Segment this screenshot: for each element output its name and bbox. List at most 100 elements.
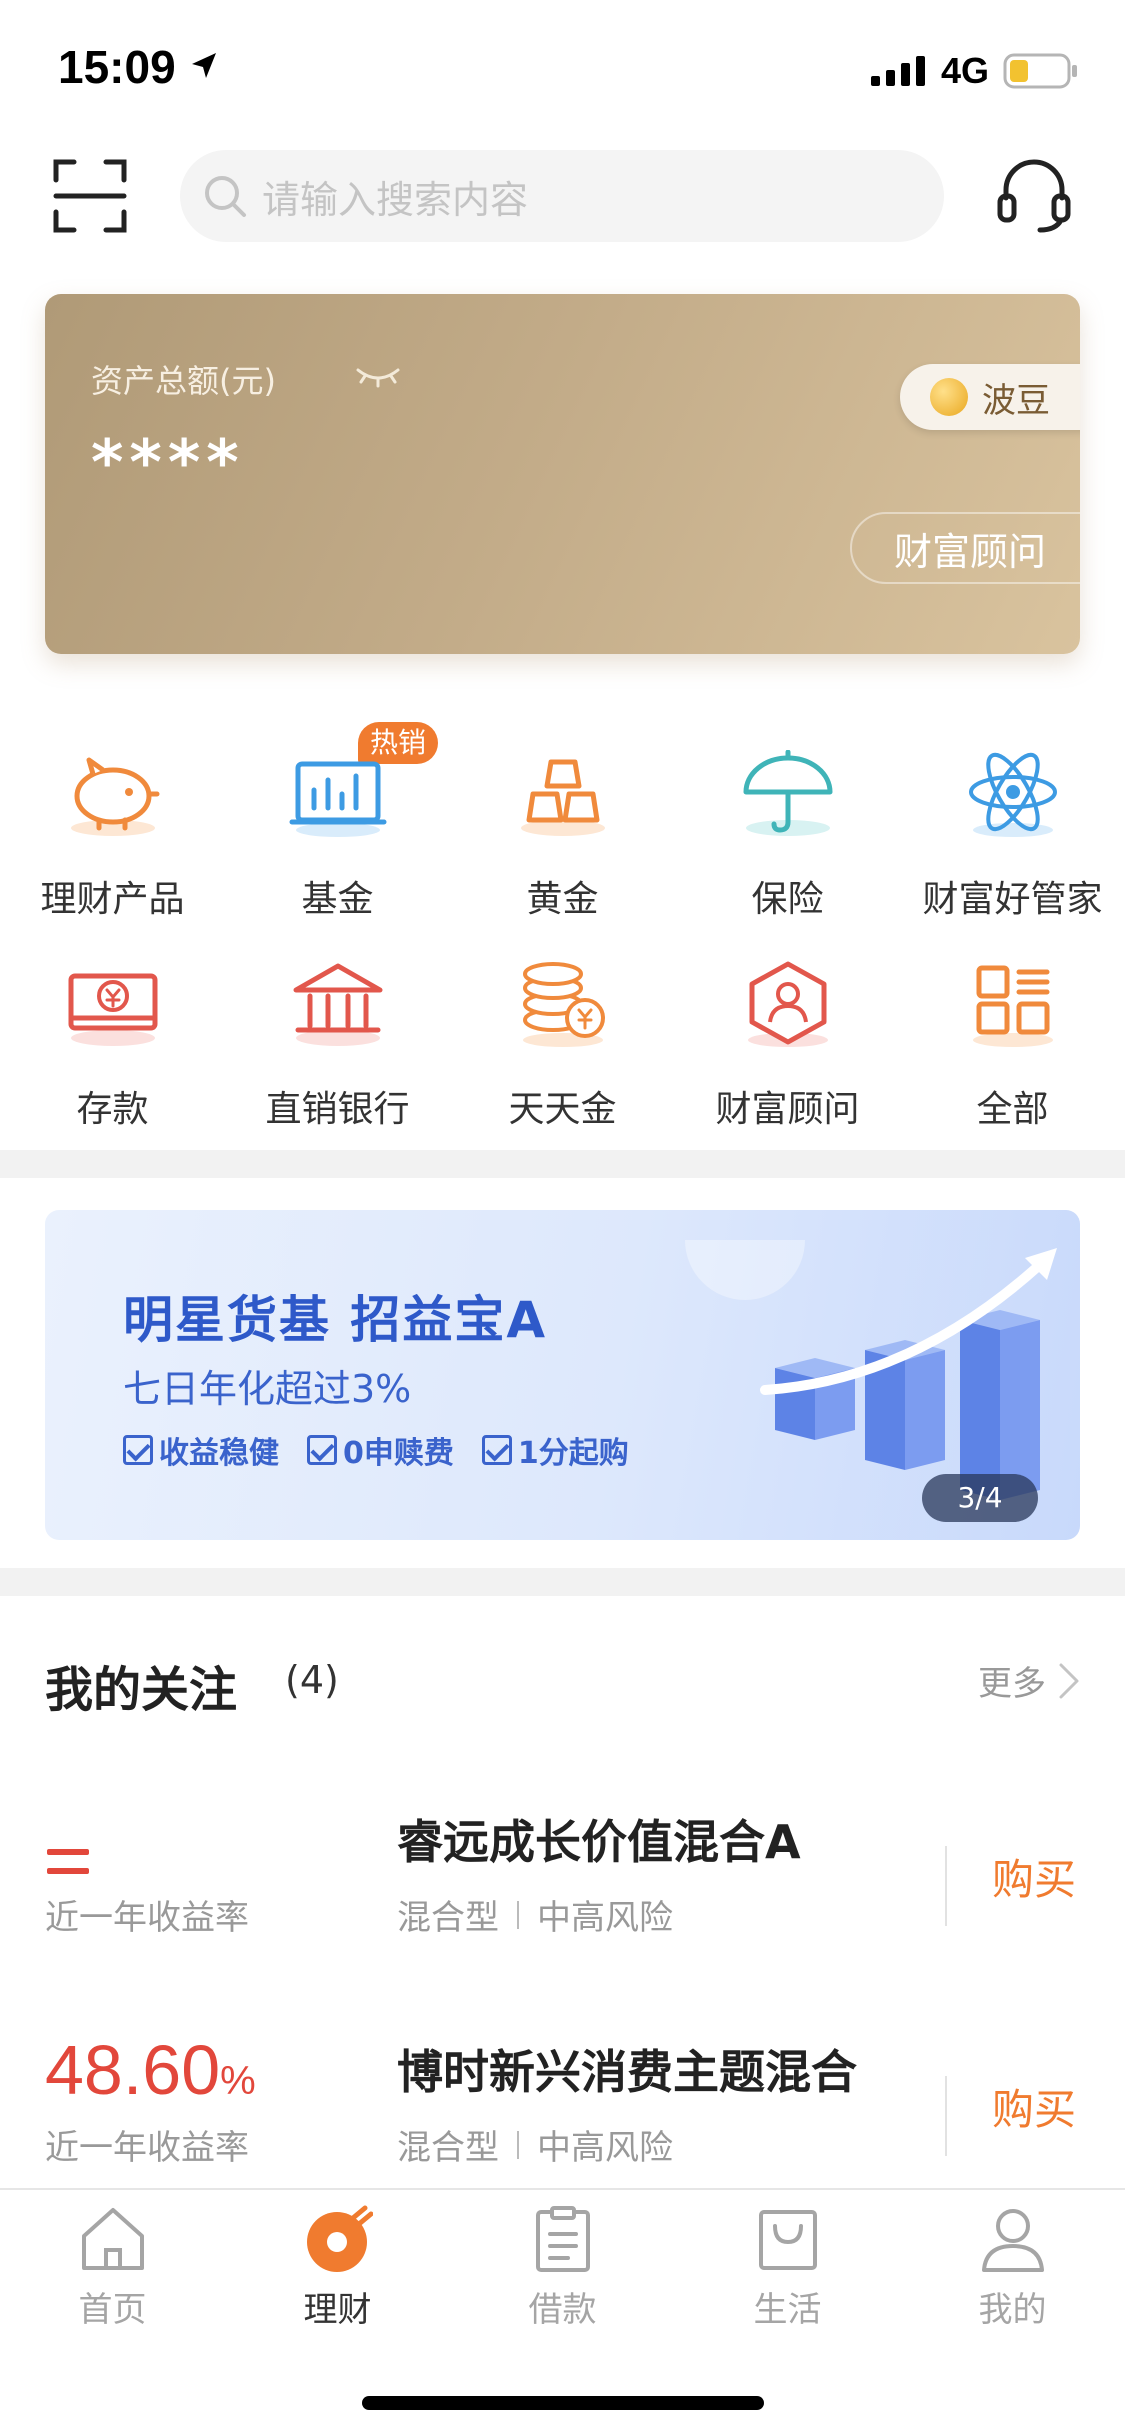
- watchlist-header: 我的关注 (4) 更多: [45, 1650, 1080, 1718]
- watchlist-more-link[interactable]: 更多: [978, 1656, 1080, 1705]
- search-icon: [205, 176, 246, 217]
- banner-tag-label: 0申赎费: [343, 1436, 454, 1471]
- tab-label: 首页: [78, 2290, 147, 2330]
- fund-divider: [945, 2076, 947, 2156]
- grid-all-icon: [958, 950, 1068, 1060]
- banner-tag: 收益稳健: [123, 1428, 279, 1472]
- battery-icon: [1003, 53, 1077, 89]
- grid-item-insurance[interactable]: 保险: [675, 740, 900, 930]
- coins-icon: [508, 950, 618, 1060]
- fund-type: 混合型: [397, 2128, 499, 2168]
- customer-service-icon[interactable]: [994, 156, 1074, 236]
- bean-button[interactable]: 波豆: [900, 364, 1080, 430]
- buy-button[interactable]: 购买: [992, 2076, 1076, 2137]
- grid-label: 全部: [976, 1089, 1049, 1130]
- grid-item-direct-bank[interactable]: 直销银行: [225, 950, 450, 1140]
- fund-row[interactable]: 近一年收益率 睿远成长价值混合A 混合型 中高风险 购买: [45, 1800, 1080, 1960]
- banner-page-indicator: 3/4: [922, 1474, 1038, 1522]
- search-row: 请输入搜索内容: [0, 140, 1125, 260]
- grid-label: 理财产品: [40, 879, 185, 920]
- status-bar: 15:09 4G: [0, 0, 1125, 132]
- checkbox-icon: [123, 1435, 153, 1465]
- grid-item-fund[interactable]: 基金: [225, 740, 450, 930]
- tab-label: 理财: [303, 2290, 372, 2330]
- section-divider: [0, 1568, 1125, 1596]
- fund-risk: 中高风险: [537, 1898, 673, 1938]
- checkbox-icon: [307, 1435, 337, 1465]
- wealth-icon: [306, 2205, 373, 2272]
- fund-rate-value: 48.60: [45, 2031, 221, 2109]
- bean-label: 波豆: [982, 380, 1050, 421]
- advisor-icon: [733, 950, 843, 1060]
- grid-item-all[interactable]: 全部: [900, 950, 1125, 1140]
- tab-loan[interactable]: 借款: [450, 2204, 675, 2331]
- section-divider: [0, 1150, 1125, 1178]
- banner-tag: 1分起购: [481, 1428, 629, 1472]
- tab-home[interactable]: 首页: [0, 2204, 225, 2331]
- banner-title: 明星货基 招益宝A: [123, 1291, 548, 1349]
- search-placeholder: 请输入搜索内容: [262, 177, 529, 222]
- grid-label: 基金: [301, 879, 374, 920]
- fund-risk: 中高风险: [537, 2128, 673, 2168]
- tab-label: 生活: [753, 2290, 822, 2330]
- more-label: 更多: [978, 1664, 1046, 1704]
- fund-rate-label: 近一年收益率: [45, 1898, 249, 1938]
- grid-item-wealth-butler[interactable]: 财富好管家: [900, 740, 1125, 930]
- gold-bars-icon: [508, 740, 618, 850]
- banner-tag-label: 收益稳健: [159, 1436, 279, 1471]
- fund-meta: 混合型 中高风险: [397, 1890, 673, 1939]
- wealth-advisor-button[interactable]: 财富顾问: [850, 512, 1080, 584]
- buy-button[interactable]: 购买: [992, 1846, 1076, 1907]
- loan-icon: [535, 2206, 590, 2272]
- network-type: 4G: [940, 50, 989, 91]
- watchlist-count: (4): [285, 1658, 339, 1702]
- banner-tags: 收益稳健 0申赎费 1分起购: [123, 1428, 629, 1472]
- umbrella-icon: [733, 740, 843, 850]
- fund-name: 睿远成长价值混合A: [397, 1815, 801, 1869]
- piggy-bank-icon: [58, 740, 168, 850]
- home-icon: [81, 2208, 144, 2270]
- tab-life[interactable]: 生活: [675, 2204, 900, 2331]
- chevron-right-icon: [1059, 1663, 1079, 1698]
- bean-icon: [930, 378, 968, 416]
- grid-label: 直销银行: [265, 1089, 410, 1130]
- asset-card[interactable]: 资产总额(元) **** 波豆 财富顾问: [45, 294, 1080, 654]
- wealth-advisor-label: 财富顾问: [893, 529, 1046, 574]
- fund-divider: [945, 1846, 947, 1926]
- grid-label: 财富好管家: [922, 879, 1103, 920]
- fund-name: 博时新兴消费主题混合: [397, 2045, 857, 2099]
- meta-separator: [517, 1900, 519, 1929]
- fund-type: 混合型: [397, 1898, 499, 1938]
- meta-separator: [517, 2130, 519, 2159]
- signal-icon: [870, 56, 925, 86]
- grid-label: 存款: [76, 1089, 149, 1130]
- banner-tag: 0申赎费: [307, 1428, 454, 1472]
- scan-icon[interactable]: [52, 158, 128, 234]
- tab-wealth[interactable]: 理财: [225, 2204, 450, 2331]
- grid-item-wealth-products[interactable]: 理财产品: [0, 740, 225, 930]
- search-input[interactable]: 请输入搜索内容: [180, 150, 944, 242]
- location-arrow-icon: [192, 53, 216, 78]
- fund-rate-unit: %: [220, 2059, 256, 2103]
- atom-icon: [958, 740, 1068, 850]
- person-icon: [981, 2209, 1044, 2272]
- fund-row[interactable]: 48.60% 近一年收益率 博时新兴消费主题混合 混合型 中高风险 购买: [45, 2030, 1080, 2190]
- tab-label: 我的: [978, 2290, 1047, 2330]
- status-time: 15:09: [58, 41, 176, 93]
- grid-item-gold[interactable]: 黄金: [450, 740, 675, 930]
- promo-banner[interactable]: 明星货基 招益宝A 七日年化超过3% 收益稳健 0申赎费 1分起购 3/4: [45, 1210, 1080, 1540]
- eye-closed-icon[interactable]: [355, 364, 401, 388]
- fund-meta: 混合型 中高风险: [397, 2120, 673, 2169]
- bank-icon: [283, 950, 393, 1060]
- asset-amount: ****: [91, 426, 245, 499]
- tab-mine[interactable]: 我的: [900, 2204, 1125, 2331]
- asset-total-label: 资产总额(元): [91, 362, 276, 400]
- fund-chart-icon: [283, 740, 393, 850]
- grid-label: 黄金: [526, 879, 599, 920]
- grid-label: 天天金: [508, 1089, 617, 1130]
- grid-item-wealth-advisor[interactable]: 财富顾问: [675, 950, 900, 1140]
- grid-item-deposit[interactable]: 存款: [0, 950, 225, 1140]
- grid-item-daily-gold[interactable]: 天天金: [450, 950, 675, 1140]
- status-indicators: 4G: [870, 50, 1079, 92]
- banner-tag-label: 1分起购: [517, 1436, 629, 1471]
